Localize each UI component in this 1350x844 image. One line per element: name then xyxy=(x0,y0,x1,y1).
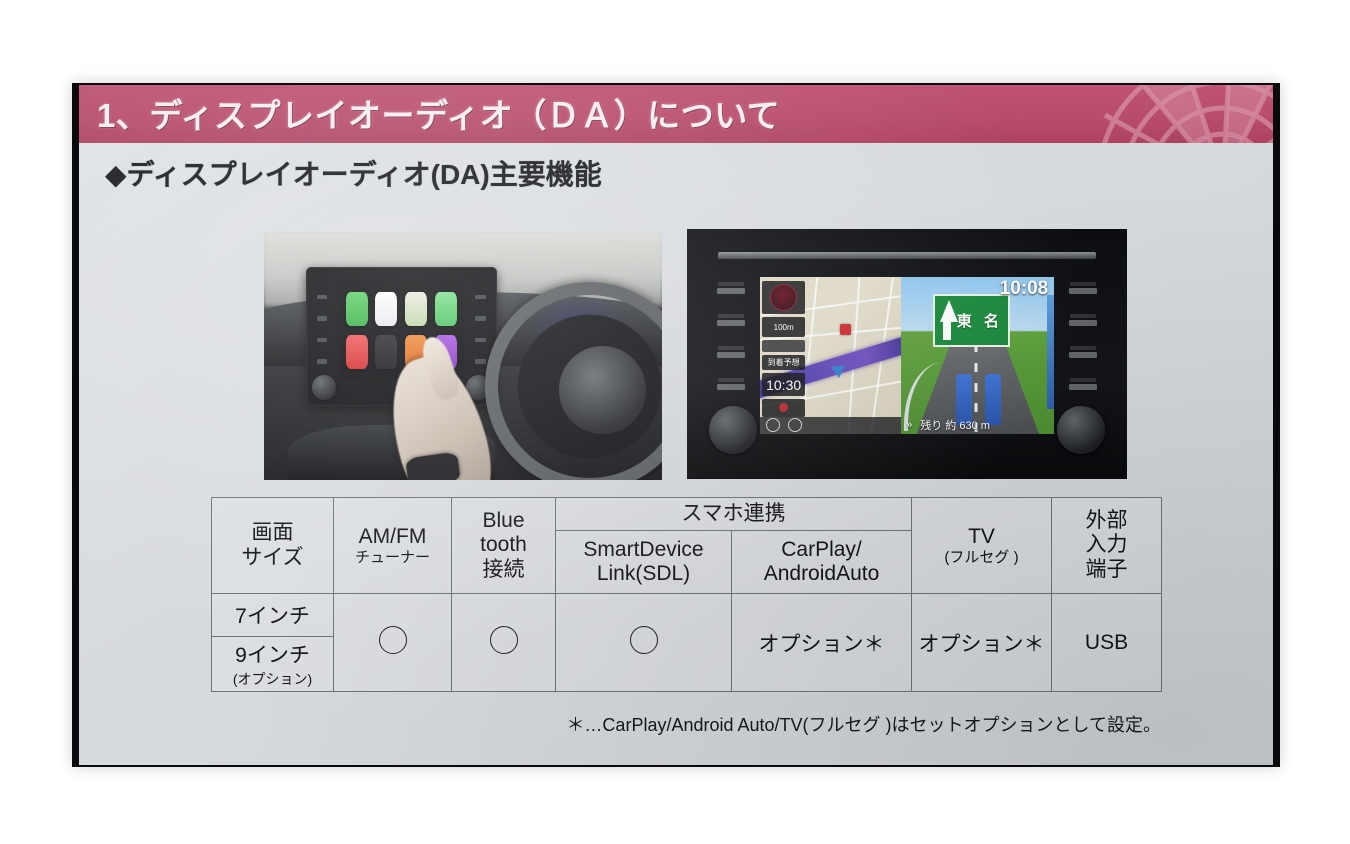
nav-right-button-column xyxy=(1061,281,1105,422)
map-scale-label: 100m xyxy=(762,317,805,338)
col-header-tv: TV (フルセグ ) xyxy=(911,497,1052,594)
cell-sdl-value xyxy=(555,593,732,692)
navigation-head-unit-photo: 100m 到着予想 10:30 東 名 10:08 » 残り 約 630 m xyxy=(687,229,1127,479)
table-row-7inch: 7インチ オプション＊ オプション＊ USB xyxy=(211,593,1162,692)
slide-surface: 1、ディスプレイオーディオ（ＤＡ）について ◆ディスプレイオーディオ(DA)主要… xyxy=(79,85,1273,765)
head-unit-right-buttons xyxy=(472,286,489,372)
col-header-sdl: SmartDevice Link(SDL) xyxy=(555,530,732,594)
map-status-icons xyxy=(762,398,805,417)
map-view: 100m 到着予想 10:30 xyxy=(759,276,917,434)
carplay-line1: CarPlay/ xyxy=(781,537,862,561)
nav-left-button-column xyxy=(709,281,753,422)
screen-size-line1: 画面 xyxy=(251,521,294,545)
projected-slide-frame: 1、ディスプレイオーディオ（ＤＡ）について ◆ディスプレイオーディオ(DA)主要… xyxy=(72,83,1280,767)
circle-mark-icon xyxy=(378,626,407,654)
amfm-line1: AM/FM xyxy=(358,524,427,548)
navigation-screen: 100m 到着予想 10:30 東 名 10:08 » 残り 約 630 m xyxy=(759,276,1055,434)
tv-line2: (フルセグ ) xyxy=(944,548,1019,566)
nav-bottom-bar: » 残り 約 630 m xyxy=(901,415,1054,434)
compass-widget xyxy=(762,281,805,315)
sign-arrow-stem xyxy=(942,314,951,341)
sdl-line2: Link(SDL) xyxy=(596,562,691,585)
music-app-icon xyxy=(375,291,398,327)
map-zoom-in-icon xyxy=(787,418,802,433)
bluetooth-line3: 接続 xyxy=(482,557,525,581)
volume-knob xyxy=(311,375,337,401)
fan-pattern-decoration xyxy=(1102,85,1273,143)
eta-time: 10:30 xyxy=(762,373,805,396)
tv-line1: TV xyxy=(968,524,995,548)
cell-carplay-value: オプション＊ xyxy=(731,593,912,692)
size-9inch-main: 9インチ xyxy=(235,644,310,667)
bluetooth-line2: tooth xyxy=(480,533,527,557)
nav-progress-bar xyxy=(1046,295,1055,409)
car-interior-carplay-photo xyxy=(264,232,662,480)
junction-3d-view: 東 名 10:08 » 残り 約 630 m xyxy=(901,276,1055,434)
size-9inch-sub: (オプション) xyxy=(232,671,313,687)
amfm-line2: チューナー xyxy=(354,548,430,566)
phone-app-icon xyxy=(345,291,368,327)
map-info-panel: 100m 到着予想 10:30 xyxy=(762,281,805,417)
external-line1: 外部 xyxy=(1085,509,1128,533)
screen-size-line2: サイズ xyxy=(241,545,304,569)
circle-mark-icon xyxy=(629,626,658,654)
carplay-line2: AndroidAuto xyxy=(763,562,880,585)
youtube-app-icon xyxy=(345,334,368,370)
cell-tv-value: オプション＊ xyxy=(911,593,1052,692)
cell-size-7inch: 7インチ xyxy=(211,593,334,637)
spec-table: 画面 サイズ AM/FM チューナー Blue tooth 接続 スマホ連携 T xyxy=(211,497,1162,692)
external-line3: 端子 xyxy=(1085,557,1128,581)
head-unit-left-buttons xyxy=(313,286,330,372)
destination-marker xyxy=(840,323,852,335)
map-bottom-bar xyxy=(759,416,908,434)
col-header-screen-size: 画面 サイズ xyxy=(211,497,334,594)
map-zoom-out-icon xyxy=(765,418,780,433)
page-title: 1、ディスプレイオーディオ（ＤＡ）について xyxy=(97,97,781,134)
bluetooth-line1: Blue xyxy=(482,509,525,533)
external-line2: 入力 xyxy=(1085,533,1128,557)
expand-icon: » xyxy=(906,418,913,431)
bezel-top-strip xyxy=(717,251,1097,259)
cell-amfm-value xyxy=(333,593,452,692)
eta-label: 到着予想 xyxy=(762,354,805,371)
cell-external-value: USB xyxy=(1051,593,1162,692)
col-header-bluetooth: Blue tooth 接続 xyxy=(451,497,556,594)
sdl-line1: SmartDevice xyxy=(583,537,704,561)
nav-tune-knob xyxy=(1056,405,1105,454)
col-header-carplay: CarPlay/ AndroidAuto xyxy=(731,530,912,594)
podcasts-app-icon xyxy=(434,291,457,327)
maps-app-icon xyxy=(405,291,428,327)
col-header-external-input: 外部 入力 端子 xyxy=(1051,497,1162,594)
map-panel-divider xyxy=(762,340,805,352)
table-footnote: ＊…CarPlay/Android Auto/TV(フルセグ )はセットオプショ… xyxy=(566,715,1161,735)
music-alt-app-icon xyxy=(375,334,398,370)
steering-wheel-hub xyxy=(558,346,647,434)
sign-destination-text: 東 名 xyxy=(956,313,1003,331)
highway-direction-sign: 東 名 xyxy=(933,293,1010,348)
table-header-row-1: 画面 サイズ AM/FM チューナー Blue tooth 接続 スマホ連携 T xyxy=(211,497,1162,594)
col-header-amfm: AM/FM チューナー xyxy=(333,497,452,594)
section-subtitle: ◆ディスプレイオーディオ(DA)主要機能 xyxy=(105,159,602,190)
circle-mark-icon xyxy=(489,626,518,654)
nav-clock: 10:08 xyxy=(999,278,1049,300)
nav-volume-knob xyxy=(709,405,758,454)
col-header-smartphone-group: スマホ連携 xyxy=(555,497,912,531)
remaining-distance: 残り 約 630 m xyxy=(920,419,990,432)
cell-size-9inch: 9インチ (オプション) xyxy=(211,636,334,692)
slide-title-bar: 1、ディスプレイオーディオ（ＤＡ）について xyxy=(79,85,1273,143)
cell-bluetooth-value xyxy=(451,593,556,692)
